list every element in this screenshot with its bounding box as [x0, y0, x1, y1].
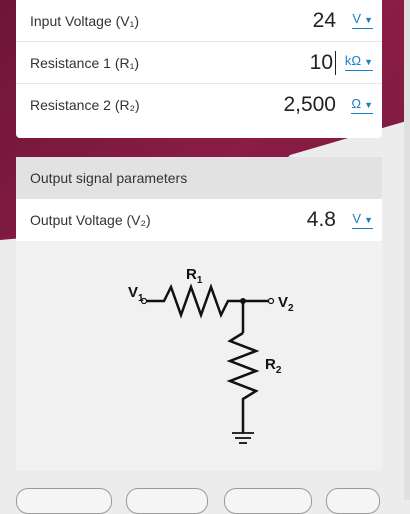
resistance1-field[interactable]: 10: [310, 50, 336, 75]
output-card: Output Voltage (V₂) 4.8 V ▼: [16, 199, 382, 241]
output-voltage-unit-select[interactable]: V ▼: [352, 210, 373, 229]
resistance1-label: Resistance 1 (R₁): [30, 54, 139, 71]
r2-resistor: [226, 331, 260, 433]
output-section: Output signal parameters Output Voltage …: [0, 157, 410, 500]
resistance1-unit-select[interactable]: kΩ ▼: [344, 53, 373, 71]
v2-label: V2: [278, 294, 294, 314]
output-section-title: Output signal parameters: [16, 157, 382, 199]
input-voltage-row: Input Voltage (V₁) 24 V ▼: [16, 0, 382, 42]
resistance2-label: Resistance 2 (R₂): [30, 97, 140, 113]
bottom-button-4[interactable]: [326, 488, 380, 514]
bottom-toolbar: [0, 488, 410, 514]
circuit-svg: V1 R1 V2 R2: [128, 266, 294, 444]
input-voltage-unit-select[interactable]: V ▼: [352, 12, 373, 29]
resistance2-unit-select[interactable]: Ω ▼: [351, 95, 373, 114]
chevron-down-icon: ▼: [364, 99, 373, 110]
r1-label: R1: [186, 266, 203, 286]
chevron-down-icon: ▼: [364, 214, 373, 225]
unit-text: kΩ: [344, 53, 362, 68]
v2-terminal: [267, 297, 275, 305]
resistance2-row: Resistance 2 (R₂) 2,500 Ω ▼: [16, 84, 382, 126]
output-voltage-row: Output Voltage (V₂) 4.8 V ▼: [16, 199, 382, 241]
v1-label: V1: [128, 284, 144, 304]
bottom-button-2[interactable]: [126, 488, 208, 514]
junction-dot: [240, 298, 246, 304]
chevron-down-icon: ▼: [364, 57, 373, 67]
input-voltage-label: Input Voltage (V₁): [30, 12, 140, 29]
r2-label: R2: [265, 356, 282, 376]
unit-text: V: [352, 11, 362, 26]
unit-text: Ω: [351, 95, 362, 111]
bottom-button-1[interactable]: [16, 488, 112, 514]
resistance2-field[interactable]: 2,500: [283, 93, 336, 117]
resistance1-row: Resistance 1 (R₁) 10 kΩ ▼: [16, 42, 382, 84]
bottom-button-3[interactable]: [224, 488, 312, 514]
unit-text: V: [352, 210, 362, 226]
voltage-divider-diagram: V1 R1 V2 R2: [16, 241, 382, 471]
chevron-down-icon: ▼: [364, 15, 373, 25]
input-voltage-field[interactable]: 24: [313, 9, 336, 33]
output-voltage-label: Output Voltage (V₂): [30, 212, 151, 228]
r1-resistor: [147, 283, 244, 319]
scrollbar[interactable]: [404, 0, 410, 500]
output-voltage-field[interactable]: 4.8: [307, 208, 336, 232]
input-card: Input Voltage (V₁) 24 V ▼ Resistance 1 (R…: [16, 0, 382, 138]
